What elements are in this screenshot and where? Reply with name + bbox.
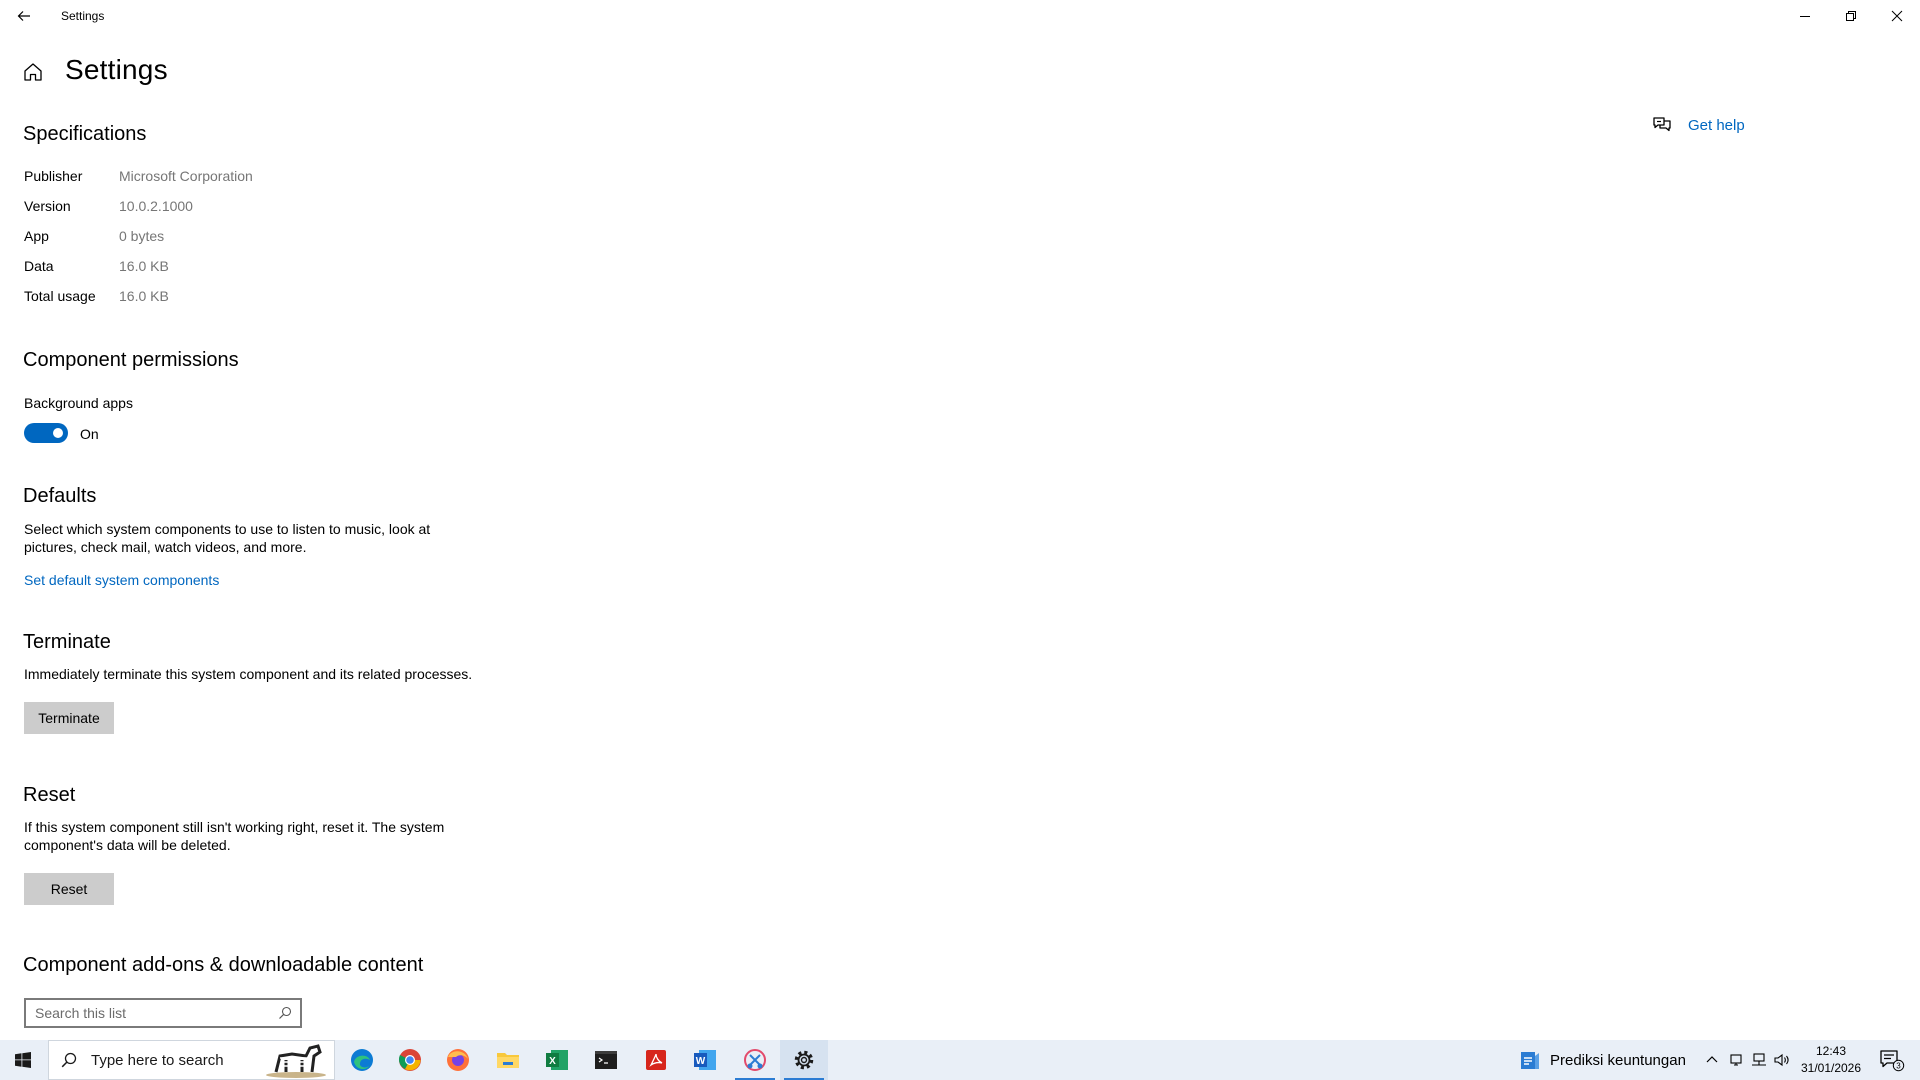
spec-value: Microsoft Corporation [119, 168, 253, 184]
spec-key: Version [24, 198, 71, 214]
spec-key: Publisher [24, 168, 83, 184]
spec-row-data: Data 16.0 KB [24, 258, 169, 274]
taskbar-clock[interactable]: 12:43 31/01/2026 [1796, 1043, 1866, 1077]
taskbar-acrobat[interactable] [632, 1040, 680, 1080]
page-title: Settings [65, 54, 168, 85]
notification-center-button[interactable]: 3 [1870, 1040, 1914, 1080]
taskbar-snipping-tool[interactable] [731, 1040, 779, 1080]
excel-icon: X [546, 1050, 568, 1070]
settings-icon [794, 1050, 814, 1070]
taskbar-terminal[interactable] [582, 1040, 630, 1080]
notification-icon: 3 [1880, 1050, 1905, 1072]
spec-row-publisher: Publisher Microsoft Corporation [24, 168, 253, 184]
spec-value: 0 bytes [119, 228, 165, 244]
spec-value: 10.0.2.1000 [119, 198, 193, 214]
taskbar-edge[interactable] [338, 1040, 386, 1080]
terminate-button[interactable]: Terminate [24, 702, 114, 734]
word-icon: W [694, 1050, 716, 1070]
addons-search-box[interactable] [24, 998, 302, 1028]
spec-value: 16.0 KB [119, 288, 169, 304]
taskbar-search-text: Type here to search [91, 1051, 224, 1069]
set-default-components-link[interactable]: Set default system components [24, 572, 219, 588]
addons-heading: Component add-ons & downloadable content [23, 954, 424, 976]
spec-key: App [24, 228, 49, 244]
spec-key: Data [24, 258, 54, 274]
defaults-description: Select which system components to use to… [24, 521, 431, 555]
reset-description: If this system component still isn't wor… [24, 819, 445, 853]
settings-window: Settings Settings Get help Specification… [0, 0, 1920, 1040]
back-button[interactable] [8, 2, 40, 30]
addons-search-input[interactable] [26, 1000, 274, 1026]
get-help-label: Get help [1688, 116, 1745, 134]
taskbar-excel[interactable]: X [533, 1040, 581, 1080]
chat-help-icon [1653, 117, 1671, 132]
meet-now-icon [1730, 1054, 1742, 1066]
windows-logo-icon [15, 1052, 31, 1068]
restore-icon [1846, 11, 1856, 21]
chrome-icon [398, 1049, 421, 1071]
component-permissions-heading: Component permissions [23, 349, 239, 371]
snipping-tool-icon [744, 1049, 766, 1071]
taskbar-settings[interactable] [780, 1040, 828, 1080]
stock-news-icon [1521, 1052, 1539, 1069]
reset-heading: Reset [23, 784, 76, 806]
home-button[interactable] [22, 61, 46, 85]
close-button[interactable] [1874, 0, 1920, 32]
restore-button[interactable] [1828, 0, 1874, 32]
toggle-knob [53, 428, 63, 438]
tray-meet-now[interactable] [1725, 1040, 1747, 1080]
close-icon [1891, 10, 1903, 22]
terminate-heading: Terminate [23, 631, 111, 653]
spec-row-version: Version 10.0.2.1000 [24, 198, 193, 214]
window-title: Settings [61, 9, 105, 23]
clock-time: 12:43 [1815, 1044, 1847, 1058]
taskbar-file-explorer[interactable] [484, 1040, 532, 1080]
network-icon [1752, 1053, 1766, 1066]
svg-text:X: X [549, 1056, 556, 1067]
acrobat-icon [646, 1050, 666, 1070]
tray-volume[interactable] [1771, 1040, 1793, 1080]
spec-key: Total usage [24, 288, 96, 304]
terminate-description: Immediately terminate this system compon… [24, 666, 473, 682]
taskbar: Type here to search X W Prediksi keuntun… [0, 1040, 1920, 1080]
tray-network[interactable] [1748, 1040, 1770, 1080]
taskbar-chrome[interactable] [386, 1040, 434, 1080]
defaults-heading: Defaults [23, 485, 97, 507]
notification-count: 3 [1896, 1062, 1901, 1071]
search-icon [61, 1052, 77, 1068]
volume-icon [1774, 1053, 1789, 1067]
background-apps-state: On [80, 426, 99, 442]
minimize-button[interactable] [1782, 0, 1828, 32]
firefox-icon [447, 1049, 469, 1071]
reset-button[interactable]: Reset [24, 873, 114, 905]
get-help-link[interactable]: Get help [1652, 115, 1745, 135]
taskbar-search-box[interactable]: Type here to search [48, 1040, 335, 1080]
taskbar-word[interactable]: W [681, 1040, 729, 1080]
background-apps-label: Background apps [24, 395, 133, 411]
terminal-icon [595, 1051, 617, 1069]
weather-widget[interactable]: Prediksi keuntungan [1520, 1040, 1686, 1080]
svg-text:W: W [696, 1056, 706, 1067]
edge-icon [351, 1049, 373, 1071]
file-explorer-icon [497, 1053, 519, 1068]
widget-label: Prediksi keuntungan [1550, 1051, 1686, 1069]
taskbar-firefox[interactable] [434, 1040, 482, 1080]
chevron-up-icon [1706, 1056, 1718, 1063]
spec-row-app: App 0 bytes [24, 228, 164, 244]
start-button[interactable] [0, 1040, 46, 1080]
background-apps-toggle[interactable] [24, 423, 68, 443]
home-icon [24, 63, 42, 81]
specifications-heading: Specifications [23, 123, 147, 145]
back-arrow-icon [17, 11, 30, 21]
show-hidden-icons-button[interactable] [1702, 1040, 1722, 1080]
spec-value: 16.0 KB [119, 258, 169, 274]
title-bar: Settings [0, 0, 1920, 32]
minimize-icon [1800, 16, 1810, 17]
search-icon [279, 1006, 292, 1019]
search-button[interactable] [274, 1002, 296, 1024]
clock-date: 31/01/2026 [1800, 1061, 1862, 1075]
spec-row-total-usage: Total usage 16.0 KB [24, 288, 169, 304]
zebra-search-highlight-icon [266, 1044, 326, 1078]
